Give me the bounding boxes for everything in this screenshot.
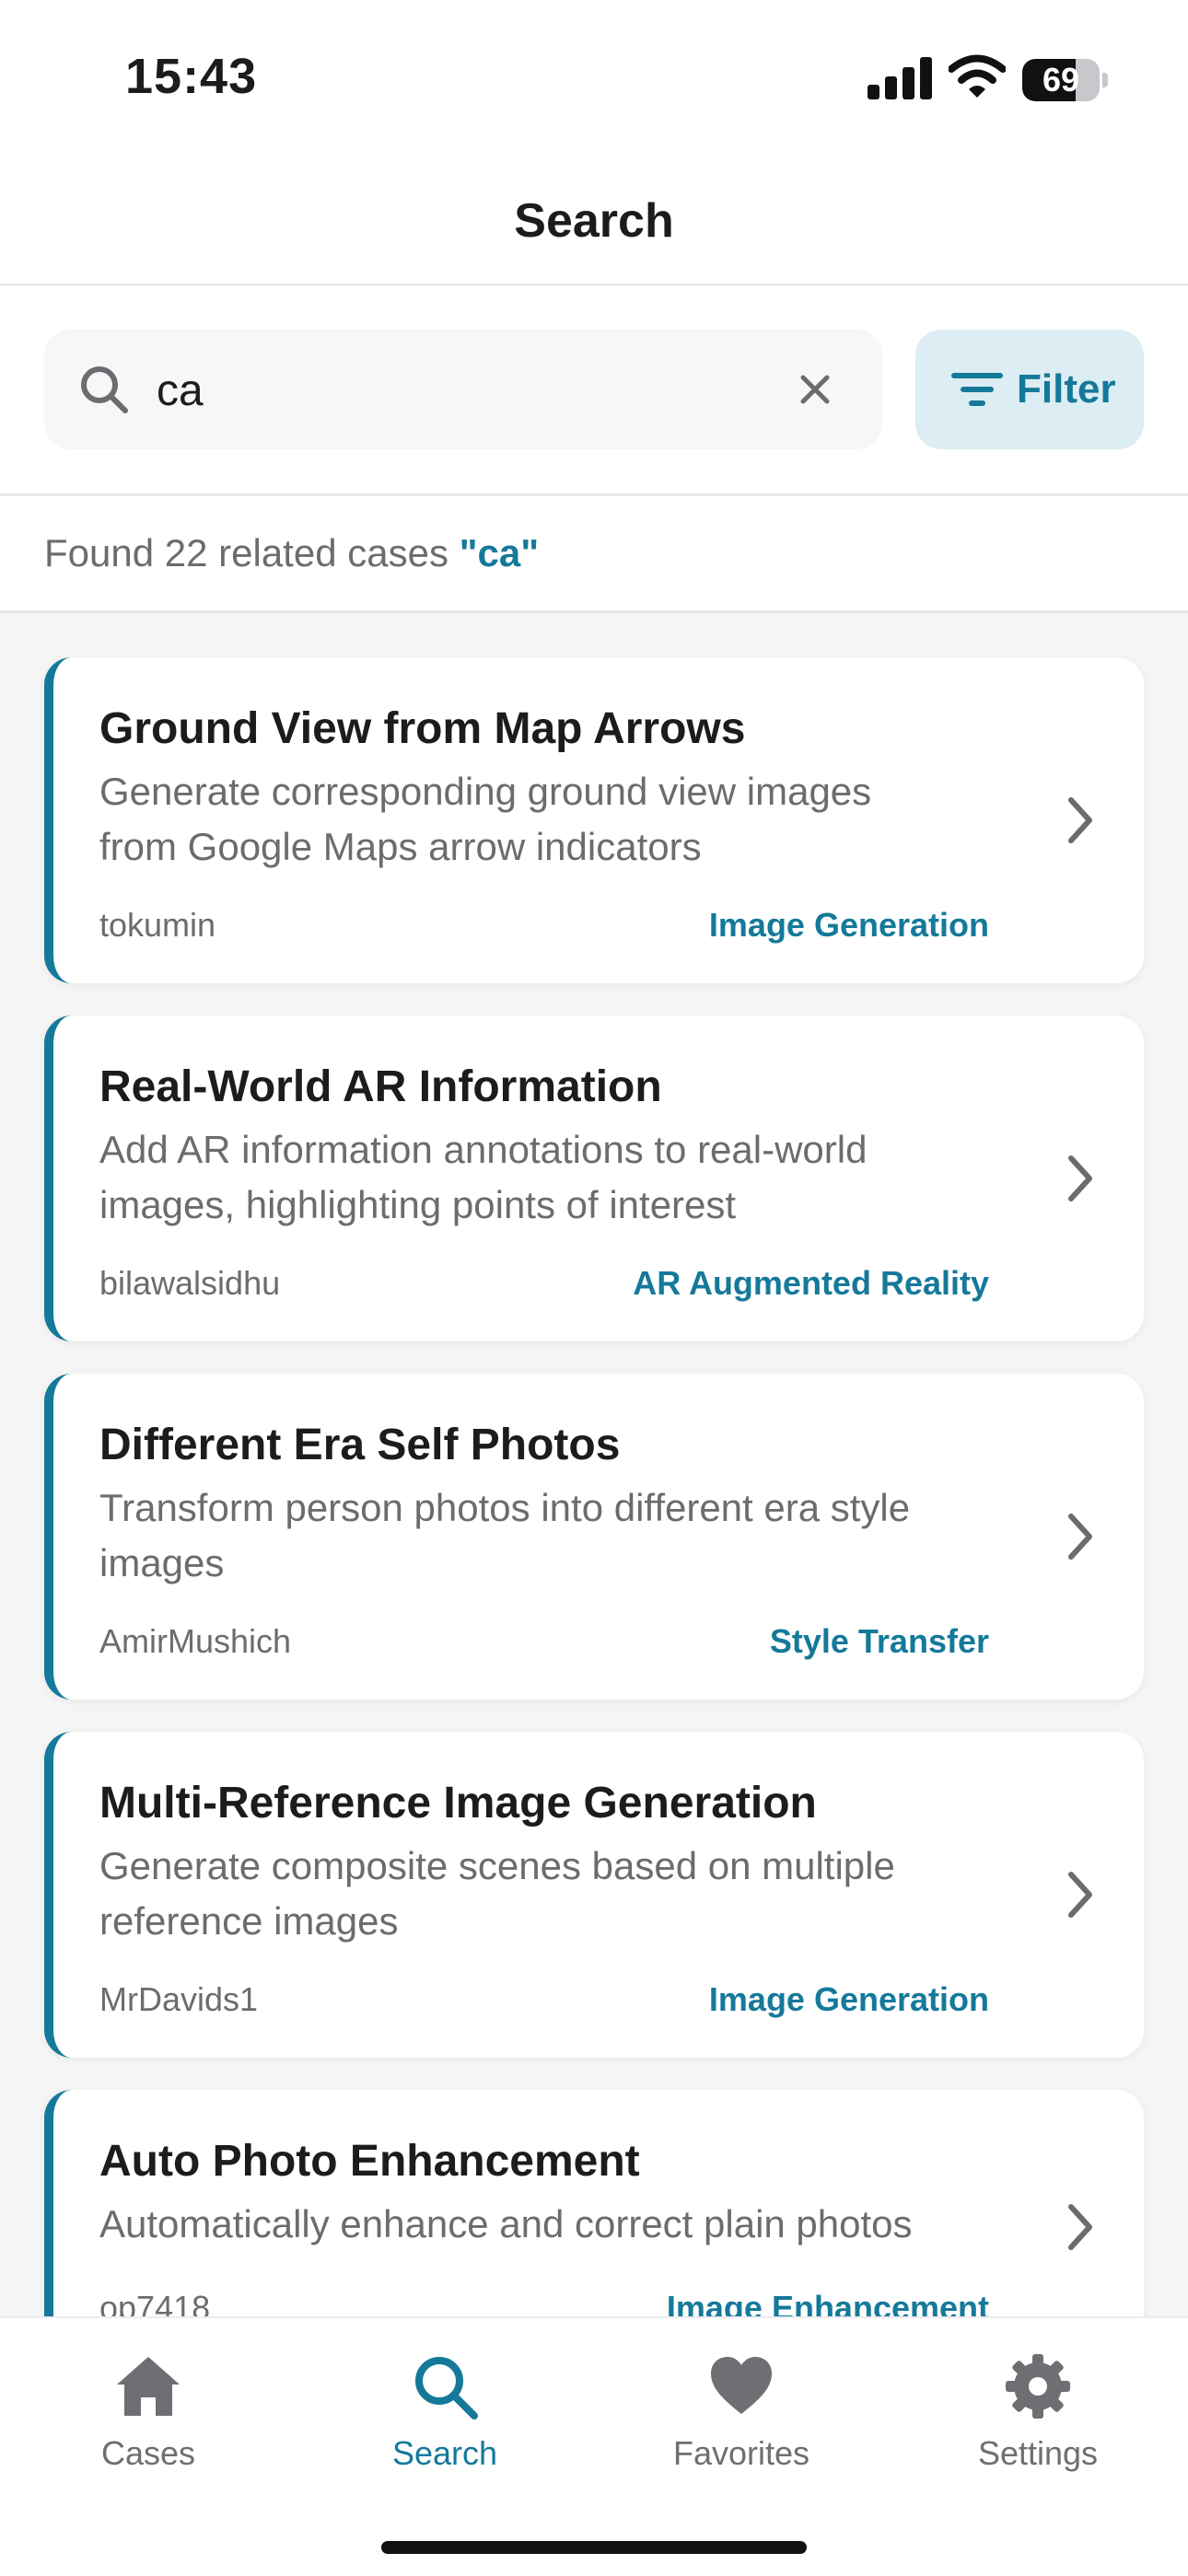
case-title: Different Era Self Photos — [99, 1421, 621, 1469]
case-title: Real-World AR Information — [99, 1062, 662, 1111]
chevron-right-icon — [1068, 2204, 1092, 2250]
case-description: Transform person photos into different e… — [99, 1486, 911, 1584]
search-area: Filter — [0, 285, 1188, 496]
result-count-text: Found 22 related cases "ca" — [44, 531, 539, 575]
case-description: Generate composite scenes based on multi… — [99, 1844, 895, 1943]
status-time: 15:43 — [125, 49, 258, 104]
chevron-right-icon — [1068, 1872, 1092, 1918]
case-description: Generate corresponding ground view image… — [99, 770, 872, 868]
results-list[interactable]: Ground View from Map Arrows Generate cor… — [0, 613, 1188, 2316]
result-summary: Found 22 related cases "ca" — [0, 496, 1188, 613]
search-box[interactable] — [44, 330, 882, 449]
case-card[interactable]: Real-World AR Information Add AR informa… — [44, 1015, 1144, 1341]
tab-settings[interactable]: Settings — [890, 2351, 1186, 2489]
filter-button[interactable]: Filter — [915, 330, 1144, 449]
case-author: MrDavids1 — [99, 1980, 259, 2018]
case-category-tag: Style Transfer — [769, 1622, 989, 1660]
chevron-right-icon — [1068, 797, 1092, 843]
house-icon — [117, 2357, 180, 2416]
tab-label: Settings — [977, 2434, 1099, 2472]
case-author: AmirMushich — [99, 1622, 292, 1660]
case-author: bilawalsidhu — [99, 1264, 281, 1302]
clear-icon[interactable] — [796, 370, 834, 409]
case-category-tag: Image Generation — [708, 1980, 989, 2018]
case-description: Add AR information annotations to real-w… — [99, 1128, 868, 1226]
chevron-right-icon — [1068, 1155, 1092, 1201]
case-title: Ground View from Map Arrows — [99, 704, 746, 753]
cellular-signal-icon — [868, 57, 932, 99]
heart-icon — [711, 2357, 772, 2414]
tab-favorites[interactable]: Favorites — [593, 2351, 890, 2489]
filter-label: Filter — [1017, 366, 1116, 412]
tab-label: Favorites — [672, 2434, 810, 2472]
case-description: Automatically enhance and correct plain … — [99, 2202, 913, 2245]
search-icon — [415, 2357, 478, 2419]
tab-label: Cases — [100, 2434, 196, 2472]
case-category-tag: Image Enhancement — [666, 2289, 989, 2316]
search-input[interactable] — [155, 355, 803, 425]
status-bar: 15:43 69 — [0, 0, 1188, 157]
home-indicator[interactable] — [381, 2541, 807, 2554]
case-card[interactable]: Auto Photo Enhancement Automatically enh… — [44, 2090, 1144, 2316]
gear-icon — [1006, 2354, 1070, 2419]
case-category-tag: Image Generation — [708, 906, 989, 944]
page-title: Search — [514, 194, 674, 248]
tab-label: Search — [391, 2434, 498, 2472]
tab-bar: Cases Search Favorites Settings — [0, 2316, 1188, 2576]
result-count: Found 22 related cases — [44, 531, 448, 574]
case-card[interactable]: Multi-Reference Image Generation Generat… — [44, 1732, 1144, 2058]
battery-level: 69 — [1042, 61, 1080, 99]
battery-icon: 69 — [1022, 59, 1108, 101]
search-icon — [81, 366, 128, 413]
tab-cases[interactable]: Cases — [0, 2351, 297, 2489]
chevron-right-icon — [1068, 1514, 1092, 1560]
result-query: "ca" — [459, 531, 540, 574]
navigation-header: Search — [0, 157, 1188, 286]
case-title: Auto Photo Enhancement — [99, 2137, 640, 2186]
tab-search[interactable]: Search — [297, 2351, 593, 2489]
case-card[interactable]: Ground View from Map Arrows Generate cor… — [44, 657, 1144, 983]
wifi-icon — [949, 54, 1006, 98]
filter-icon — [951, 373, 1003, 406]
case-title: Multi-Reference Image Generation — [99, 1779, 817, 1828]
case-author: tokumin — [99, 906, 216, 944]
case-card[interactable]: Different Era Self Photos Transform pers… — [44, 1374, 1144, 1700]
case-author: op7418 — [99, 2289, 211, 2316]
case-category-tag: AR Augmented Reality — [633, 1264, 989, 1302]
